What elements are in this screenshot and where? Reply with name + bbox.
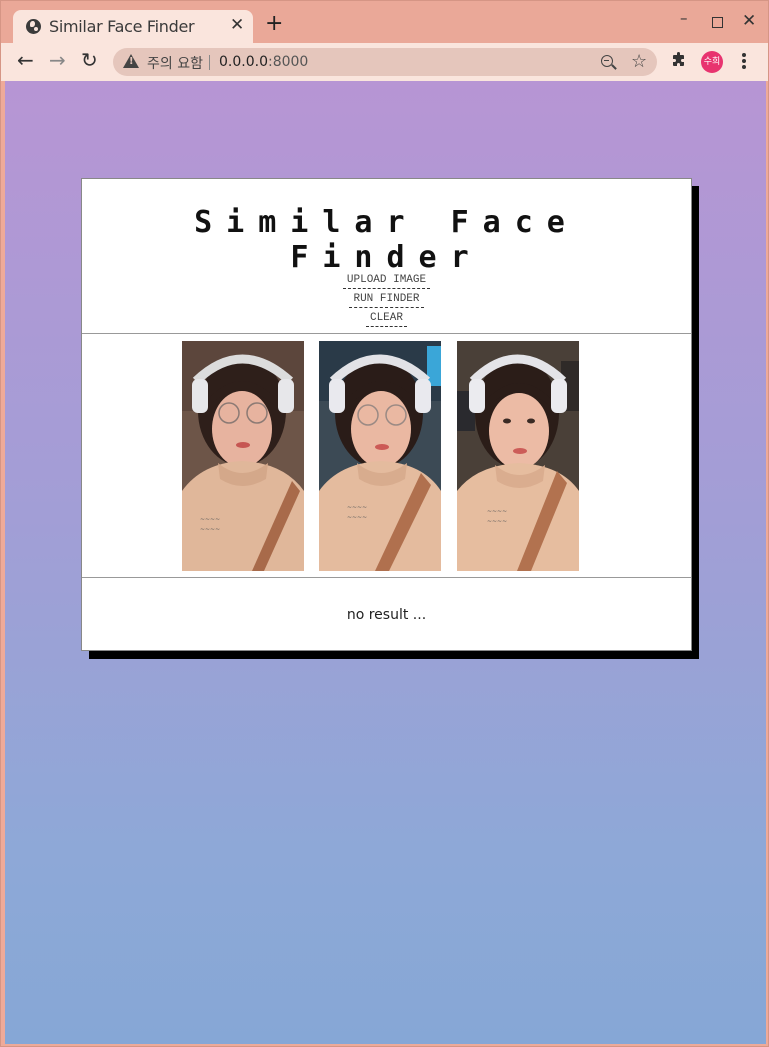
svg-text:~~~~: ~~~~: [200, 526, 220, 533]
profile-avatar[interactable]: 수희: [701, 51, 723, 73]
svg-text:~~~~: ~~~~: [347, 504, 367, 511]
warning-icon[interactable]: [123, 54, 139, 68]
url-host: 0.0.0.0: [219, 54, 268, 70]
svg-text:~~~~: ~~~~: [487, 508, 507, 515]
photo-3[interactable]: ~~~~ ~~~~: [457, 341, 579, 571]
menu-kebab-icon[interactable]: [742, 53, 746, 71]
omnibox-separator: [209, 55, 210, 70]
run-finder-button[interactable]: RUN FINDER: [349, 292, 424, 308]
maximize-button[interactable]: [712, 17, 723, 28]
bookmark-star-icon[interactable]: ☆: [631, 51, 647, 72]
photo-1[interactable]: ~~~~ ~~~~: [182, 341, 304, 571]
reload-button[interactable]: ↻: [81, 50, 98, 70]
back-button[interactable]: ←: [17, 50, 34, 70]
action-buttons: UPLOAD IMAGE RUN FINDER CLEAR: [82, 273, 691, 330]
url-port: :8000: [267, 54, 309, 70]
browser-toolbar: ← → ↻ 주의 요함 0.0.0.0:8000 ☆ 수희: [1, 43, 768, 81]
page-viewport: Similar Face Finder UPLOAD IMAGE RUN FIN…: [5, 81, 766, 1044]
close-window-button[interactable]: ✕: [742, 11, 756, 31]
globe-icon: [26, 19, 41, 34]
address-bar[interactable]: 주의 요함 0.0.0.0:8000 ☆: [113, 48, 657, 76]
clear-button[interactable]: CLEAR: [365, 311, 407, 327]
minimize-button[interactable]: –: [680, 9, 688, 27]
zoom-icon[interactable]: [601, 55, 613, 67]
new-tab-button[interactable]: +: [265, 13, 283, 35]
svg-text:~~~~: ~~~~: [487, 518, 507, 525]
finder-card: Similar Face Finder UPLOAD IMAGE RUN FIN…: [81, 178, 692, 651]
card-header: Similar Face Finder UPLOAD IMAGE RUN FIN…: [82, 179, 691, 334]
extensions-puzzle-icon[interactable]: [671, 52, 687, 68]
browser-tab[interactable]: Similar Face Finder ✕: [13, 10, 253, 43]
security-label[interactable]: 주의 요함: [147, 53, 203, 73]
svg-text:~~~~: ~~~~: [347, 514, 367, 521]
title-bar: Similar Face Finder ✕ + – ✕: [1, 1, 768, 43]
result-text: no result ...: [346, 607, 427, 623]
page-title: Similar Face Finder: [194, 205, 579, 275]
url-text[interactable]: 0.0.0.0:8000: [219, 54, 308, 70]
upload-image-button[interactable]: UPLOAD IMAGE: [342, 273, 431, 289]
close-tab-icon[interactable]: ✕: [230, 15, 244, 35]
tab-title: Similar Face Finder: [49, 17, 195, 36]
forward-button[interactable]: →: [49, 50, 66, 70]
result-area: no result ...: [82, 578, 691, 650]
photo-2[interactable]: ~~~~ ~~~~: [319, 341, 441, 571]
browser-window: Similar Face Finder ✕ + – ✕ ← → ↻ 주의 요함 …: [0, 0, 769, 1047]
photo-gallery: ~~~~ ~~~~ ~~~~ ~~~~ ~~~~ ~~~~: [82, 334, 691, 578]
svg-text:~~~~: ~~~~: [200, 516, 220, 523]
